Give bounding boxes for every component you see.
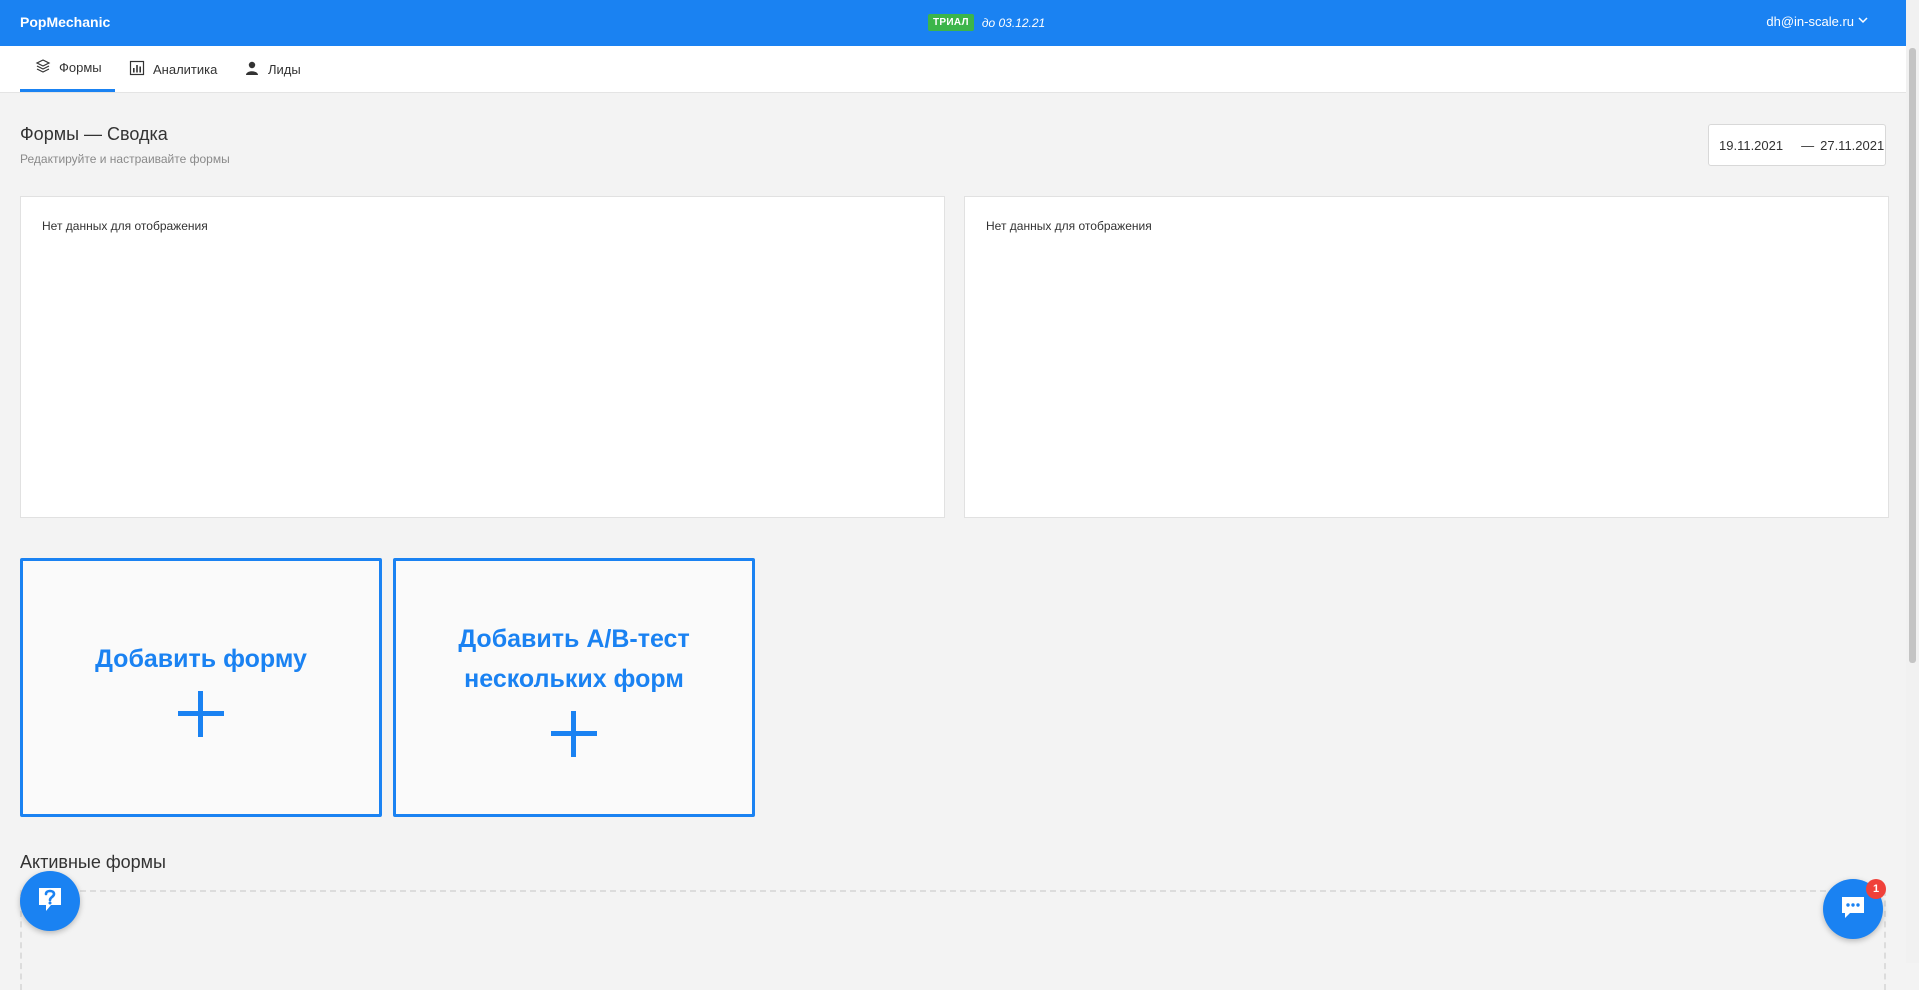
tab-forms[interactable]: Формы <box>20 46 115 92</box>
add-ab-test-label: Добавить A/B-тест нескольких форм <box>458 624 690 693</box>
page-scrollbar[interactable] <box>1906 0 1919 963</box>
plus-icon <box>551 710 597 757</box>
tab-label: Лиды <box>268 61 301 77</box>
add-ab-test-button[interactable]: Добавить A/B-тест нескольких форм <box>393 558 755 817</box>
empty-state-text: Нет данных для отображения <box>42 219 208 233</box>
tab-leads[interactable]: Лиды <box>244 46 301 92</box>
trial-badge: ТРИАЛ <box>928 14 974 31</box>
active-forms-title: Активные формы <box>20 852 166 872</box>
tab-label: Формы <box>59 60 102 75</box>
date-separator: — <box>1801 137 1815 153</box>
scrollbar-thumb[interactable] <box>1909 48 1916 663</box>
user-email: dh@in-scale.ru <box>1766 14 1854 29</box>
bar-chart-icon <box>129 60 145 79</box>
date-range-picker[interactable]: 19.11.2021 — 27.11.2021 <box>1708 124 1886 166</box>
trial-expiry: до 03.12.21 <box>981 15 1046 30</box>
layers-icon <box>35 58 51 77</box>
empty-state-text: Нет данных для отображения <box>986 219 1152 233</box>
user-menu[interactable]: dh@in-scale.ru <box>1766 14 1868 29</box>
stats-panel-right: Нет данных для отображения <box>964 196 1889 518</box>
plus-icon <box>178 690 224 737</box>
brand-logo[interactable]: PopMechanic <box>20 14 110 30</box>
help-button[interactable] <box>20 871 80 931</box>
page-subtitle: Редактируйте и настраивайте формы <box>20 152 230 166</box>
stats-panel-left: Нет данных для отображения <box>20 196 945 518</box>
notification-badge: 1 <box>1866 879 1886 899</box>
active-forms-dropzone <box>20 890 1886 990</box>
chevron-down-icon <box>1858 15 1868 28</box>
question-icon <box>35 884 65 919</box>
top-bar: PopMechanic ТРИАЛ до 03.12.21 dh@in-scal… <box>0 0 1906 46</box>
chat-button[interactable]: 1 <box>1823 879 1886 939</box>
tab-analytics[interactable]: Аналитика <box>129 46 217 92</box>
date-from[interactable]: 19.11.2021 <box>1719 138 1783 153</box>
tab-label: Аналитика <box>153 61 218 77</box>
chat-icon <box>1838 892 1868 927</box>
user-icon <box>244 60 260 79</box>
page-title: Формы — Сводка <box>20 124 168 144</box>
add-form-label: Добавить форму <box>95 644 307 673</box>
date-to[interactable]: 27.11.2021 <box>1820 138 1884 153</box>
trial-status: ТРИАЛ до 03.12.21 <box>928 14 1045 31</box>
main-nav: Формы Аналитика Лиды <box>0 46 1906 93</box>
add-form-button[interactable]: Добавить форму <box>20 558 382 817</box>
